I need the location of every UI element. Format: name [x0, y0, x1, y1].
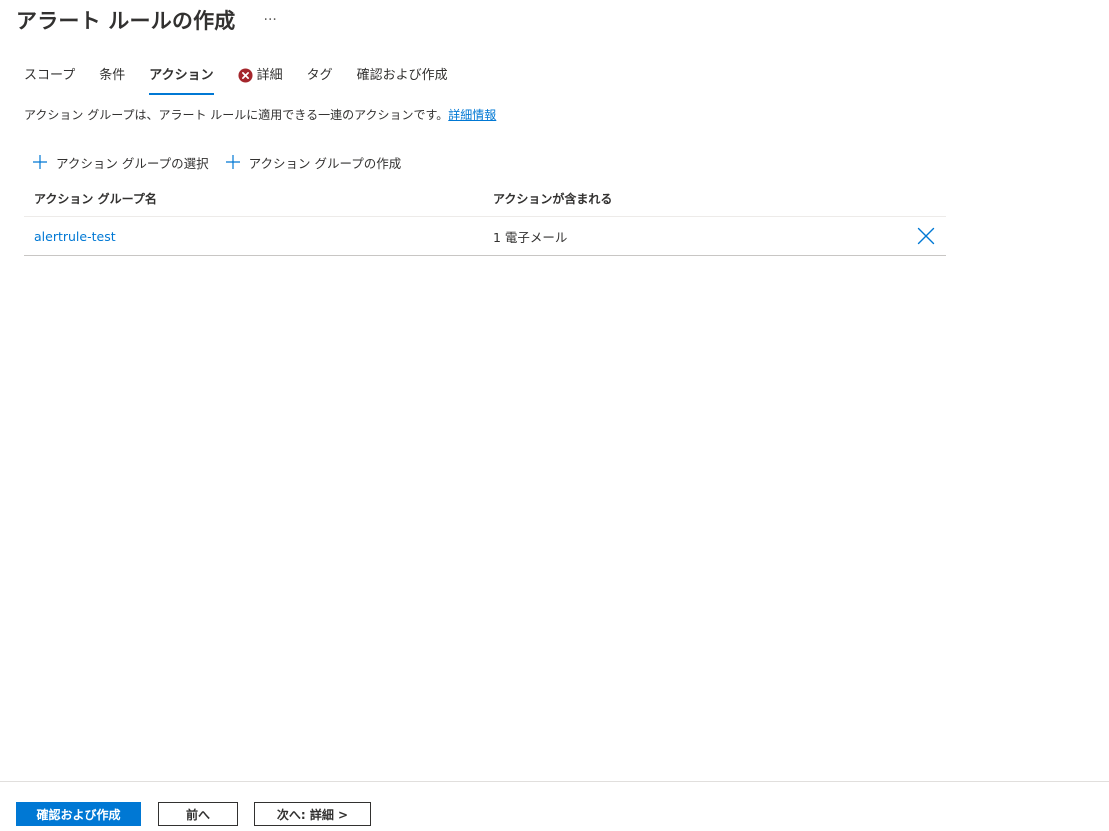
select-action-group-label: アクション グループの選択 — [56, 155, 209, 171]
table-row: alertrule-test 1 電子メール — [24, 217, 946, 256]
tab-scope[interactable]: スコープ — [24, 64, 75, 95]
create-action-group-label: アクション グループの作成 — [248, 155, 402, 171]
plus-icon — [225, 154, 241, 170]
wizard-tabs: スコープ 条件 アクション 詳細 タグ 確認および作成 — [24, 64, 472, 96]
action-groups-table: アクション グループ名 アクションが含まれる alertrule-test 1 … — [24, 180, 946, 256]
row-actions-cell: 1 電子メール — [493, 229, 568, 245]
row-name-cell: alertrule-test — [24, 229, 493, 244]
column-header-actions: アクションが含まれる — [493, 191, 613, 206]
page-header: アラート ルールの作成 ··· — [16, 0, 281, 40]
tab-review-create-label: 確認および作成 — [356, 68, 448, 83]
tab-details-label: 詳細 — [256, 68, 283, 83]
review-create-button[interactable]: 確認および作成 — [16, 802, 141, 826]
table-header: アクション グループ名 アクションが含まれる — [24, 180, 946, 217]
tab-actions[interactable]: アクション — [149, 64, 214, 95]
close-icon — [917, 227, 935, 245]
tab-details[interactable]: 詳細 — [238, 64, 283, 95]
next-button[interactable]: 次へ: 詳細 > — [254, 802, 371, 826]
learn-more-link[interactable]: 詳細情報 — [448, 108, 496, 122]
page-title: アラート ルールの作成 — [16, 9, 236, 33]
tab-actions-label: アクション — [149, 68, 214, 83]
create-action-group-button[interactable]: アクション グループの作成 — [225, 153, 402, 172]
tab-review-create[interactable]: 確認および作成 — [357, 64, 448, 95]
tab-tags[interactable]: タグ — [307, 64, 333, 95]
footer: 確認および作成 前へ 次へ: 詳細 > — [0, 781, 1109, 831]
error-circle-icon — [238, 68, 253, 83]
tab-tags-label: タグ — [306, 68, 333, 83]
more-options-button[interactable]: ··· — [260, 10, 281, 30]
tab-scope-label: スコープ — [24, 68, 76, 83]
column-header-name: アクション グループ名 — [34, 191, 157, 206]
description-text: アクション グループは、アラート ルールに適用できる一連のアクションです。 — [24, 108, 449, 122]
plus-icon — [32, 154, 48, 170]
previous-button[interactable]: 前へ — [158, 802, 238, 826]
select-action-group-button[interactable]: アクション グループの選択 — [32, 153, 209, 172]
description: アクション グループは、アラート ルールに適用できる一連のアクションです。詳細情… — [24, 106, 496, 124]
action-group-link[interactable]: alertrule-test — [34, 229, 116, 244]
remove-action-group-button[interactable] — [916, 226, 936, 246]
command-bar: アクション グループの選択 アクション グループの作成 — [32, 152, 417, 172]
tab-condition-label: 条件 — [99, 68, 126, 83]
row-delete-cell — [906, 226, 946, 246]
tab-condition[interactable]: 条件 — [99, 64, 125, 95]
